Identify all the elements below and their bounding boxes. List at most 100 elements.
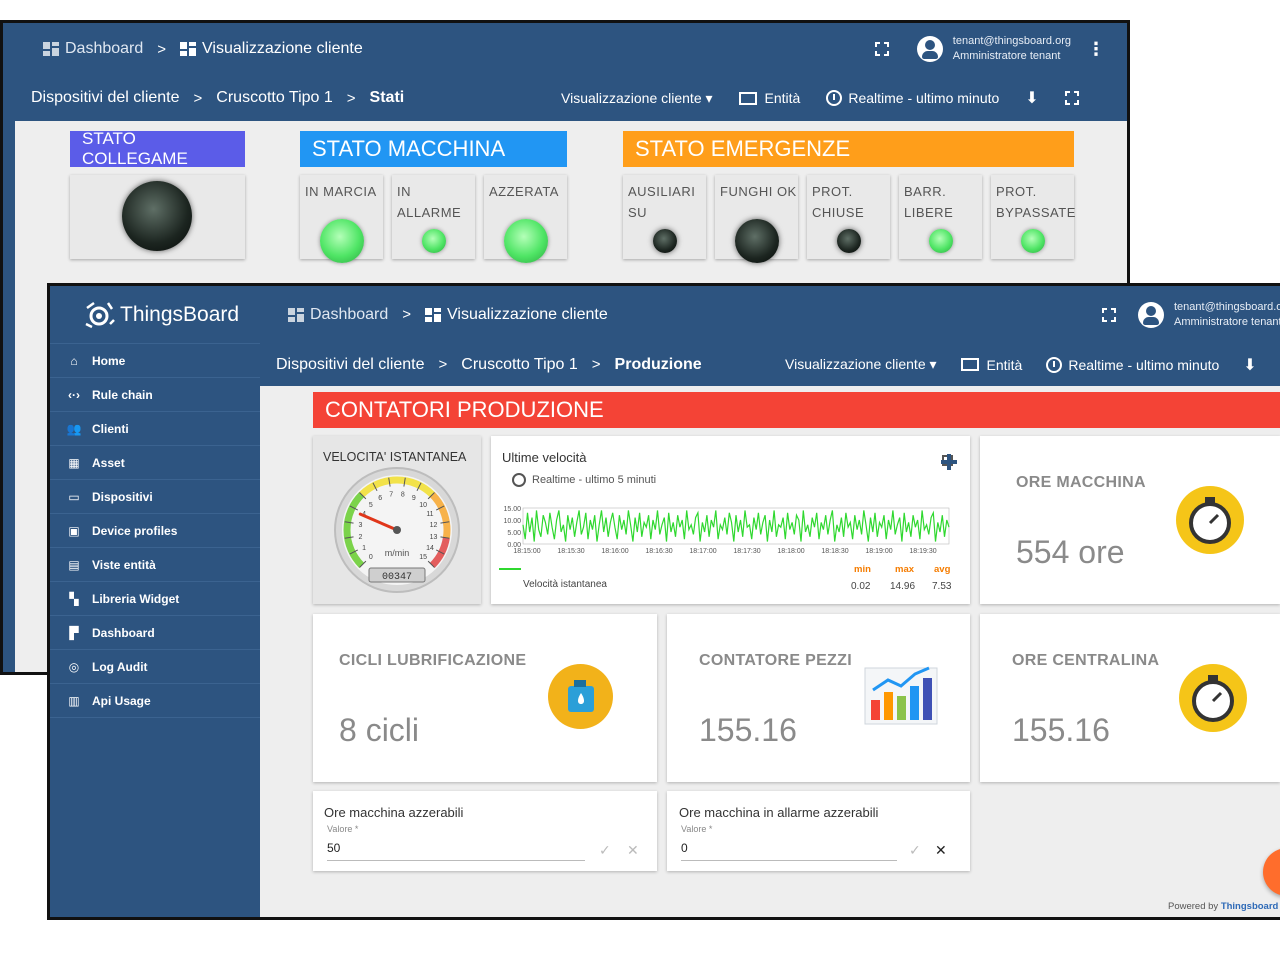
chart-fullscreen-icon[interactable] [941, 454, 957, 470]
gauge-tick-label: 2 [359, 534, 363, 541]
powered-by-link[interactable]: Thingsboard [1221, 901, 1279, 912]
sidebar-item-label: Clienti [92, 421, 129, 436]
fullscreen-icon[interactable] [1101, 306, 1117, 323]
download-icon[interactable]: ⬇ [1243, 355, 1256, 375]
more-menu-icon[interactable]: ⋮ [1087, 39, 1105, 60]
gauge-tick-label: 13 [430, 534, 438, 541]
device-profile-icon: ▣ [68, 523, 80, 538]
entities-button[interactable]: Entità [738, 90, 800, 106]
view-select[interactable]: Visualizzazione cliente ▾ [785, 356, 937, 373]
chart-timewindow[interactable]: Realtime - ultimo 5 minuti [512, 473, 656, 487]
sidebar-item-api-usage[interactable]: ▥ Api Usage [50, 684, 260, 718]
led-label: PROT. CHIUSE [812, 184, 865, 220]
avatar[interactable] [916, 36, 943, 62]
confirm-check-icon[interactable]: ✓ [909, 842, 921, 859]
sidebar-item-device-profiles[interactable]: ▣ Device profiles [50, 514, 260, 548]
top-toolbar: Dashboard > Visualizzazione cliente tena… [260, 286, 1280, 343]
status-led [928, 229, 953, 253]
user-info[interactable]: tenant@thingsboard.org Amministratore te… [1174, 300, 1280, 330]
stat-max-label: max [895, 564, 915, 575]
sidebar-item-label: Api Usage [92, 693, 151, 708]
reset2-title: Ore macchina in allarme azzerabili [679, 805, 879, 820]
contatore-title: CONTATORE PEZZI [699, 652, 852, 669]
state-crumb-2[interactable]: Cruscotto Tipo 1 [461, 356, 578, 374]
sidebar-item-home[interactable]: ⌂ Home [50, 344, 260, 378]
status-led [1020, 229, 1045, 253]
reset2-value-input[interactable]: 0 [681, 841, 897, 861]
sidebar-menu: ⌂ Home ‹·› Rule chain 👥 Clienti ▦ Asset ▭ Disposi… [50, 343, 260, 718]
cancel-x-icon[interactable]: ✕ [935, 842, 947, 859]
status-led [652, 229, 677, 253]
sidebar-item-label: Log Audit [92, 659, 148, 674]
entity-view-icon: ▤ [68, 557, 80, 572]
sidebar-item-dispositivi[interactable]: ▭ Dispositivi [50, 480, 260, 514]
sidebar-item-rule-chain[interactable]: ‹·› Rule chain [50, 378, 260, 412]
collegame-led [122, 181, 192, 251]
collapsed-sidebar [3, 121, 15, 672]
fullscreen-icon[interactable] [873, 41, 890, 57]
x-tick-label: 18:16:30 [645, 548, 672, 555]
stato-macchina-header: STATO MACCHINA [300, 131, 567, 167]
led-label: FUNGHI OK [720, 184, 797, 199]
brand-logo[interactable]: ThingsBoard [50, 286, 260, 343]
breadcrumb-current[interactable]: Visualizzazione cliente [202, 40, 363, 58]
dashboard-icon [180, 42, 197, 56]
state-crumb-2[interactable]: Cruscotto Tipo 1 [216, 89, 333, 107]
confirm-check-icon[interactable]: ✓ [599, 842, 611, 859]
x-tick-label: 18:18:30 [821, 548, 848, 555]
sidebar: ThingsBoard ⌂ Home ‹·› Rule chain 👥 Clienti ▦ A… [50, 286, 260, 917]
x-tick-label: 18:16:00 [601, 548, 628, 555]
produzione-dashboard-window: ThingsBoard ⌂ Home ‹·› Rule chain 👥 Clienti ▦ A… [47, 283, 1280, 920]
thingsboard-logo-icon [85, 301, 115, 328]
y-tick-label: 10.00 [503, 518, 521, 525]
status-led [319, 219, 364, 263]
timewindow-button[interactable]: Realtime - ultimo minuto [826, 90, 999, 106]
fullscreen-icon[interactable] [1063, 90, 1080, 106]
sidebar-item-label: Libreria Widget [92, 591, 180, 606]
speed-chart-card: Ultime velocità Realtime - ultimo 5 minu… [491, 436, 970, 604]
status-led [734, 219, 779, 263]
state-crumb-1[interactable]: Dispositivi del cliente [276, 356, 425, 374]
stat-avg-label: avg [934, 564, 951, 575]
fab-button[interactable] [1263, 848, 1280, 896]
contatore-value: 155.16 [699, 712, 797, 748]
cicli-title: CICLI LUBRIFICAZIONE [339, 652, 527, 669]
download-icon[interactable]: ⬇ [1025, 88, 1038, 108]
dashboard-icon: ▛ [69, 625, 79, 640]
state-crumb-1[interactable]: Dispositivi del cliente [31, 89, 180, 107]
entities-button[interactable]: Entità [960, 357, 1022, 373]
led-label: IN ALLARME [397, 184, 462, 220]
code-arrows-icon: ‹·› [68, 387, 80, 402]
sidebar-item-dashboard[interactable]: ▛ Dashboard [50, 616, 260, 650]
sidebar-item-libreria-widget[interactable]: ▚ Libreria Widget [50, 582, 260, 616]
reset1-title: Ore macchina azzerabili [324, 805, 464, 820]
legend-label: Velocità istantanea [523, 579, 607, 590]
breadcrumb-separator: > [157, 40, 167, 58]
led-indicator: IN MARCIA [300, 175, 383, 263]
sidebar-item-log-audit[interactable]: ◎ Log Audit [50, 650, 260, 684]
gauge-tick-label: 6 [378, 495, 382, 502]
view-select[interactable]: Visualizzazione cliente ▾ [561, 90, 713, 107]
stat-max-value: 14.96 [890, 581, 916, 592]
stat-min-value: 0.02 [851, 581, 871, 592]
user-info[interactable]: tenant@thingsboard.org Amministratore te… [953, 34, 1071, 64]
entities-icon [960, 358, 979, 371]
sidebar-item-viste-entità[interactable]: ▤ Viste entità [50, 548, 260, 582]
timewindow-button[interactable]: Realtime - ultimo minuto [1046, 356, 1219, 373]
dashboard-icon [288, 307, 304, 322]
sidebar-item-clienti[interactable]: 👥 Clienti [50, 412, 260, 446]
reset1-value-input[interactable]: 50 [327, 841, 585, 861]
sidebar-item-asset[interactable]: ▦ Asset [50, 446, 260, 480]
avatar[interactable] [1138, 301, 1164, 328]
cancel-x-icon[interactable]: ✕ [627, 842, 639, 859]
stopwatch-icon [1179, 664, 1247, 732]
breadcrumb-dashboard[interactable]: Dashboard [310, 306, 388, 324]
reset2-field-label: Valore * [681, 824, 713, 834]
breadcrumb-dashboard[interactable]: Dashboard [65, 40, 143, 58]
status-led [503, 219, 548, 263]
gauge-unit: m/min [385, 548, 410, 558]
led-label: BARR. LIBERE [904, 184, 954, 220]
breadcrumb-current[interactable]: Visualizzazione cliente [447, 306, 608, 324]
user-role: Amministratore tenant [1174, 315, 1280, 328]
dashboard-icon [43, 42, 59, 56]
